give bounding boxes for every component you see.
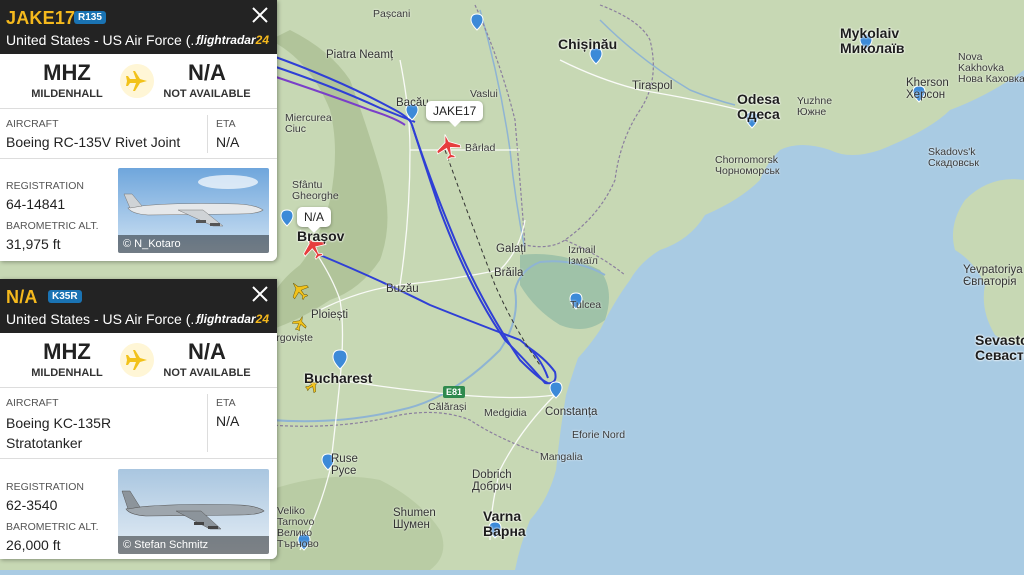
callsign: JAKE17 xyxy=(6,8,76,28)
origin-code: MHZ xyxy=(43,60,91,85)
city-label: Skadovs'k Скадовськ xyxy=(928,146,979,170)
divider xyxy=(207,394,208,452)
destination-name: NOT AVAILABLE xyxy=(163,88,251,100)
city-label: Veliko Tarnovo Велико Търново xyxy=(277,505,319,551)
photo-credit: © Stefan Schmitz xyxy=(118,536,269,554)
airplane-icon xyxy=(120,64,154,98)
city-label: Nova Kakhovka Нова Каховка xyxy=(958,51,1024,86)
flightradar24-logo: flightradar24 xyxy=(196,312,269,326)
city-label: Brașov xyxy=(297,228,345,244)
city-label: Tulcea xyxy=(570,299,602,311)
flight-info-panel-tanker: N/A K35R United States - US Air Force (.… xyxy=(0,279,277,559)
divider xyxy=(207,115,208,153)
panel-header: JAKE17 R135 United States - US Air Force… xyxy=(0,0,277,54)
origin-name: MILDENHALL xyxy=(31,88,103,100)
flightradar24-logo: flightradar24 xyxy=(196,33,269,47)
close-icon[interactable] xyxy=(251,6,269,24)
aircraft-label: AIRCRAFT xyxy=(6,397,59,409)
airline-name: United States - US Air Force (... xyxy=(6,32,203,48)
route-section: MHZ MILDENHALL N/A NOT AVAILABLE xyxy=(0,333,277,388)
city-label: Chornomorsk Чорноморськ xyxy=(715,154,780,178)
city-label: Bârlad xyxy=(465,142,496,154)
city-label: Kherson Херсон xyxy=(906,77,949,102)
city-label: Odesa Одеса xyxy=(737,91,780,122)
eta-value: N/A xyxy=(216,413,240,429)
aircraft-section: AIRCRAFT Boeing RC-135V Rivet Joint ETA … xyxy=(0,109,277,159)
city-label: Varna Варна xyxy=(483,508,526,539)
eta-label: ETA xyxy=(216,118,236,130)
aircraft-model: Boeing KC-135R Stratotanker xyxy=(6,415,112,451)
city-label: Shumen Шумен xyxy=(393,507,436,532)
city-label: Brăila xyxy=(494,267,524,279)
registration-label: REGISTRATION xyxy=(6,481,84,493)
city-label: Mykolaiv Миколаїв xyxy=(840,25,905,56)
aircraft-type-badge: R135 xyxy=(74,11,106,24)
city-label: Pașcani xyxy=(373,8,411,20)
aircraft-photo[interactable]: © N_Kotaro xyxy=(118,168,269,253)
callsign: N/A xyxy=(6,287,38,307)
city-label: Dobrich Добрич xyxy=(472,469,512,494)
city-label: Călărași xyxy=(428,401,467,413)
registration-value: 64-14841 xyxy=(6,196,66,212)
city-label: Medgidia xyxy=(484,407,527,419)
city-label: Yuzhne Южне xyxy=(797,95,833,119)
photo-credit: © N_Kotaro xyxy=(118,235,269,253)
eta-value: N/A xyxy=(216,134,240,150)
eta-label: ETA xyxy=(216,397,236,409)
city-label: Vaslui xyxy=(470,88,498,100)
altitude-label: BAROMETRIC ALT. xyxy=(6,220,99,232)
registration-value: 62-3540 xyxy=(6,497,58,513)
airline-name: United States - US Air Force (... xyxy=(6,311,203,327)
route-section: MHZ MILDENHALL N/A NOT AVAILABLE xyxy=(0,54,277,109)
city-label: Constanța xyxy=(545,406,598,418)
city-label: Miercurea Ciuc xyxy=(285,112,332,136)
city-label: Ploiești xyxy=(311,309,349,321)
altitude-value: 31,975 ft xyxy=(6,236,61,252)
city-label: Galați xyxy=(496,243,527,255)
city-label: Sevasto Севасто xyxy=(975,332,1024,363)
altitude-label: BAROMETRIC ALT. xyxy=(6,521,99,533)
destination-code: N/A xyxy=(188,339,226,364)
city-label: Izmail Ізмаїл xyxy=(568,244,598,268)
flight-info-panel-jake17: JAKE17 R135 United States - US Air Force… xyxy=(0,0,277,261)
road-number-badge: E81 xyxy=(443,386,466,398)
flight-callout-tanker[interactable]: N/A xyxy=(297,207,332,233)
destination-name: NOT AVAILABLE xyxy=(163,367,251,379)
city-label: Chișinău xyxy=(558,36,618,52)
destination-code: N/A xyxy=(188,60,226,85)
city-label: Mangalia xyxy=(540,451,583,463)
city-label: Buzău xyxy=(386,283,419,295)
origin-name: MILDENHALL xyxy=(31,367,103,379)
city-label: Sfântu Gheorghe xyxy=(292,179,339,203)
airplane-icon xyxy=(120,343,154,377)
panel-header: N/A K35R United States - US Air Force (.… xyxy=(0,279,277,333)
city-label: Tiraspol xyxy=(632,80,673,92)
city-label: Ruse Русе xyxy=(331,453,358,478)
registration-section: REGISTRATION 64-14841 BAROMETRIC ALT. 31… xyxy=(0,159,277,261)
flight-callout-jake17[interactable]: JAKE17 xyxy=(426,101,484,127)
city-label: Bucharest xyxy=(304,370,373,386)
city-label: Piatra Neamț xyxy=(326,49,394,61)
aircraft-section: AIRCRAFT Boeing KC-135R Stratotanker ETA… xyxy=(0,388,277,459)
origin-code: MHZ xyxy=(43,339,91,364)
aircraft-label: AIRCRAFT xyxy=(6,118,59,130)
aircraft-type-badge: K35R xyxy=(48,290,82,303)
city-label: Bacău xyxy=(396,97,429,109)
altitude-value: 26,000 ft xyxy=(6,537,61,553)
city-label: Eforie Nord xyxy=(572,429,626,441)
registration-section: REGISTRATION 62-3540 BAROMETRIC ALT. 26,… xyxy=(0,459,277,559)
city-label: Yevpatoriya Євпаторія xyxy=(963,264,1023,289)
aircraft-photo[interactable]: © Stefan Schmitz xyxy=(118,469,269,554)
registration-label: REGISTRATION xyxy=(6,180,84,192)
close-icon[interactable] xyxy=(251,285,269,303)
aircraft-model: Boeing RC-135V Rivet Joint xyxy=(6,134,181,150)
